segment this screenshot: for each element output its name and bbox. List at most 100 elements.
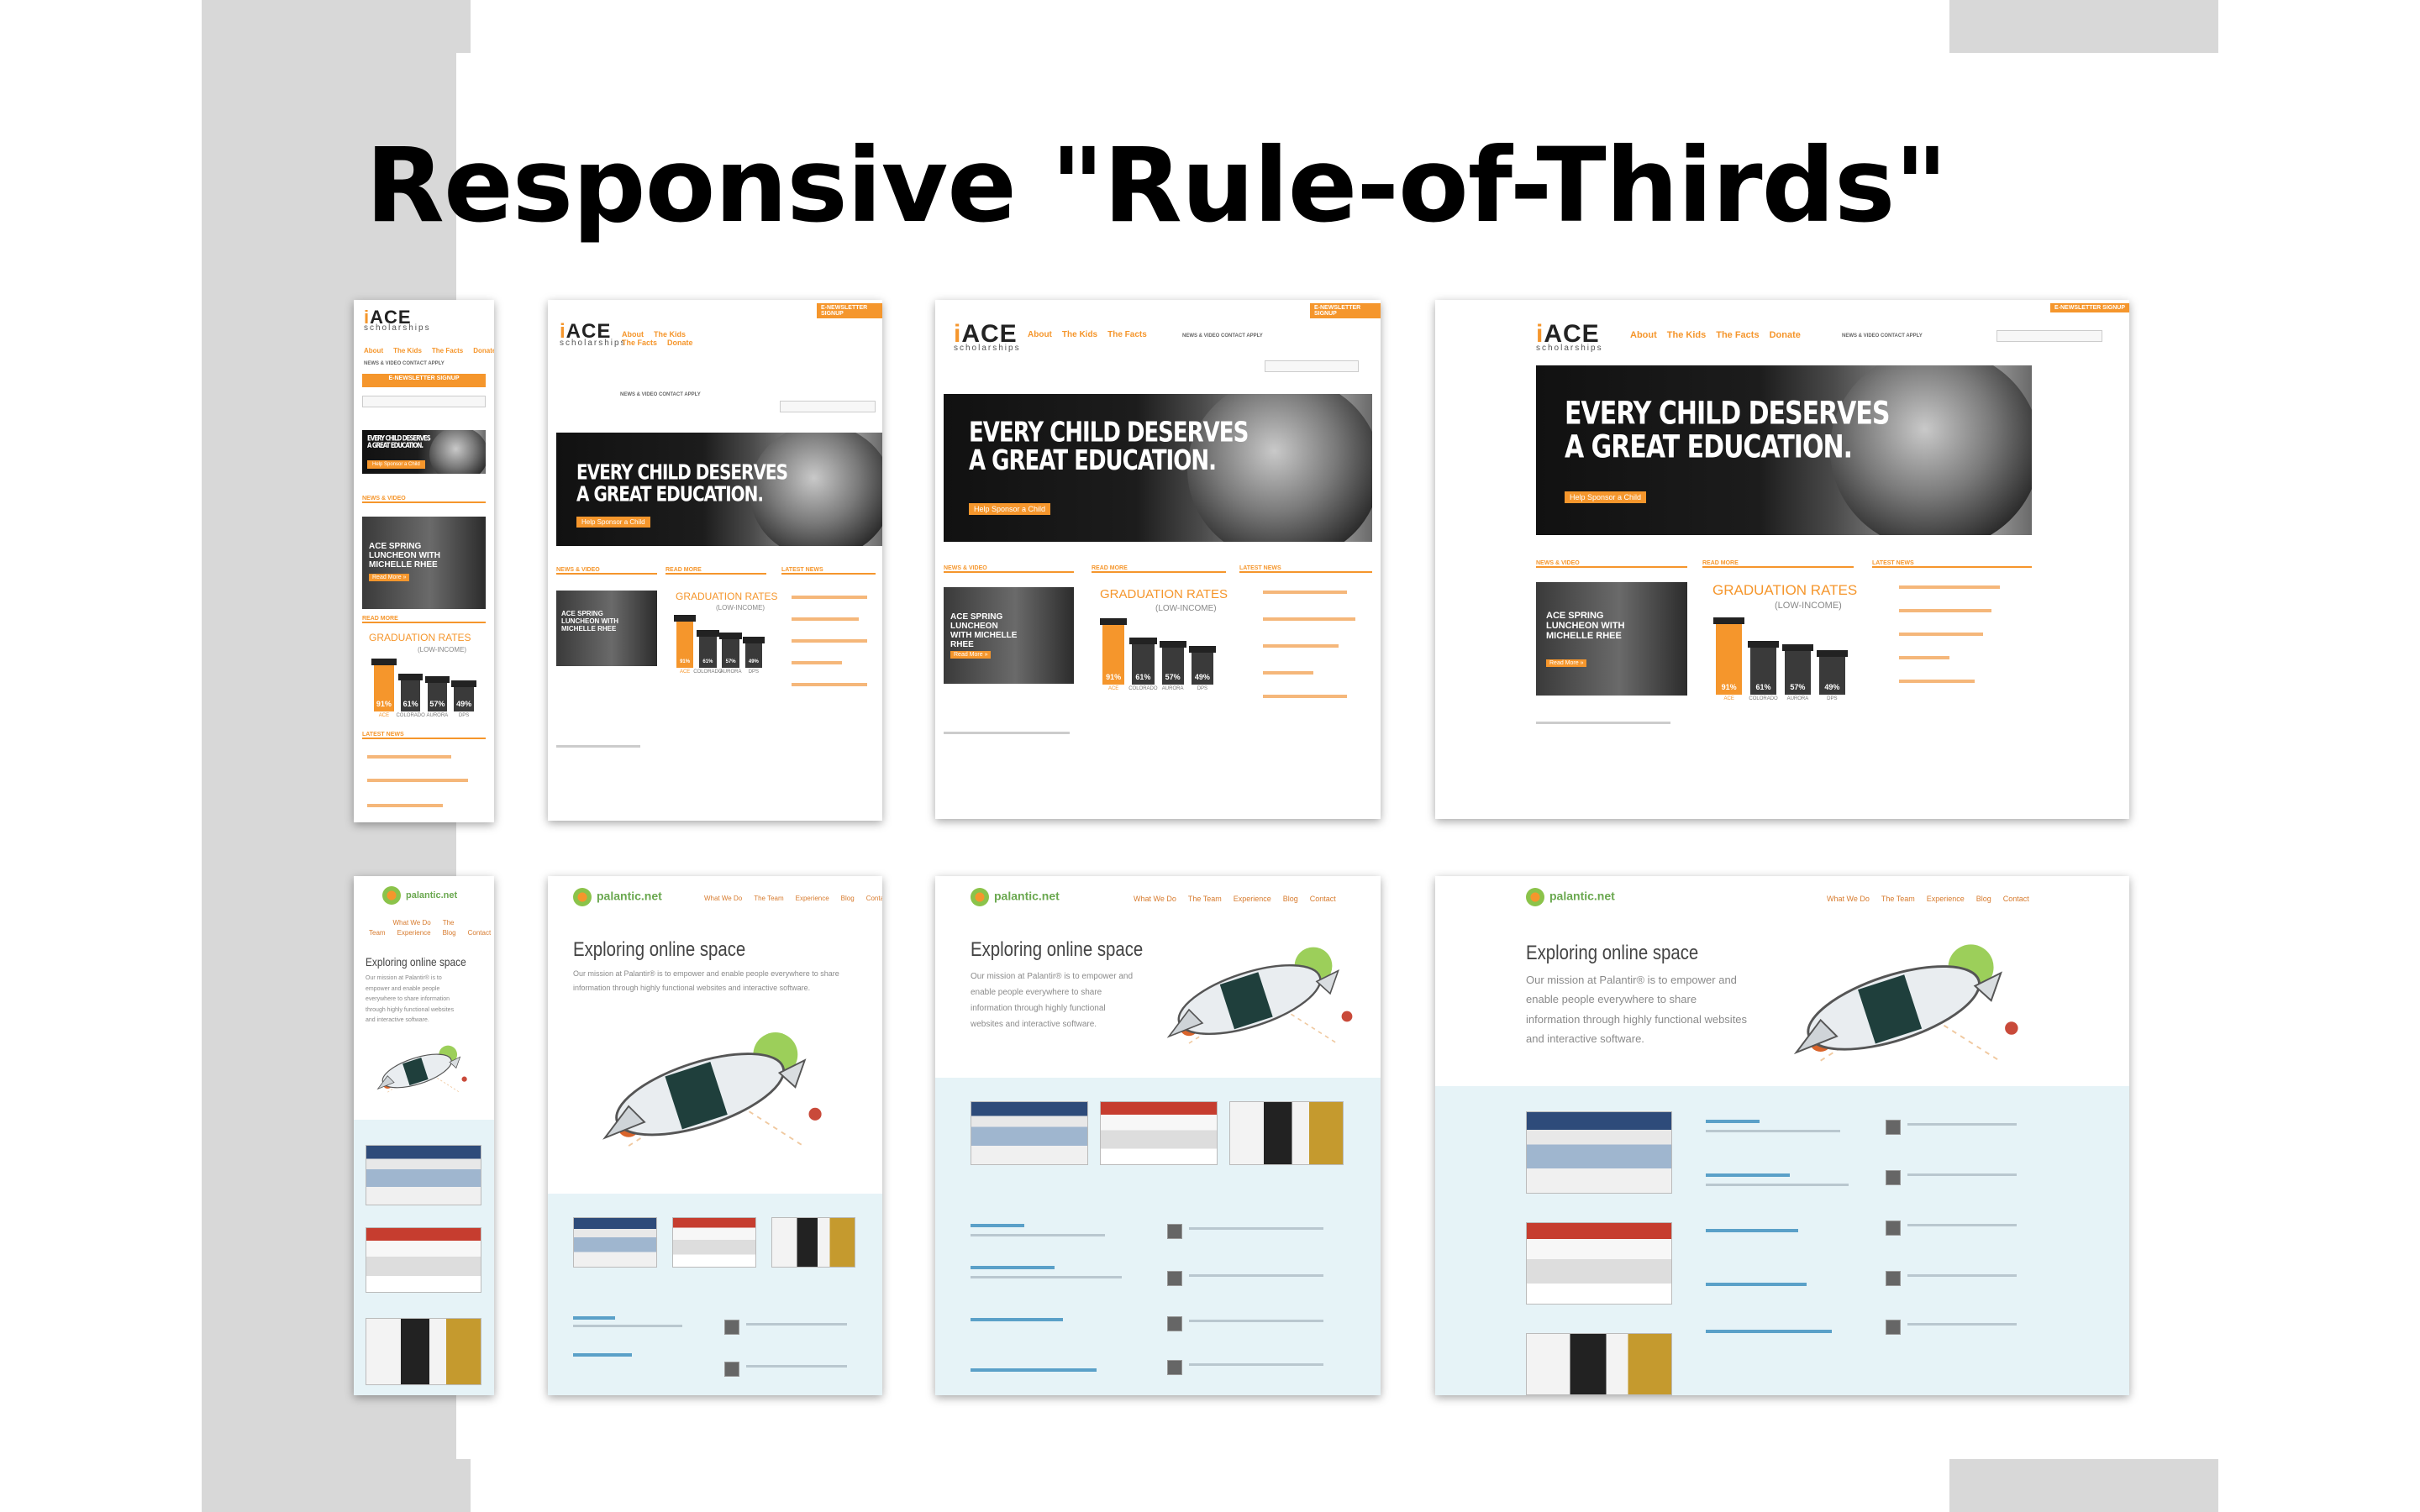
news-item[interactable] [1899,585,2000,589]
portfolio-thumbnail[interactable] [771,1217,855,1268]
grad-bar-aurora: 57% [719,632,742,668]
grad-subtitle: (LOW-INCOME) [716,604,765,612]
graduation-cap-icon [1129,638,1157,645]
news-item[interactable] [367,804,443,807]
grad-bar-colorado: 61% [397,674,424,711]
palantic-logo[interactable]: palantic.net [573,888,662,906]
frame-notch-bottom [471,1459,1949,1512]
news-item[interactable] [367,779,468,782]
blog-post-title[interactable] [573,1353,632,1357]
portfolio-thumbnail[interactable] [672,1217,756,1268]
rocket-illustration [581,1019,850,1162]
footer-copyright [1536,722,1670,724]
grad-category-label: DPS [1827,696,1838,701]
portfolio-thumbnail[interactable] [1229,1101,1344,1165]
blog-post-title[interactable] [971,1368,1097,1372]
video-read-more-button[interactable]: Read More » [369,574,410,581]
latest-news-label: LATEST NEWS [781,567,876,575]
palantic-logo[interactable]: palantic.net [1526,888,1615,906]
nav-the-kids[interactable]: The Kids [393,347,422,354]
hero-cta-button[interactable]: Help Sponsor a Child [367,460,425,469]
blog-post-title[interactable] [971,1266,1055,1269]
news-item[interactable] [1263,644,1339,648]
news-item[interactable] [367,755,451,759]
grad-bar-ace: 91% [673,615,697,668]
blog-post-title[interactable] [971,1224,1024,1227]
blog-post-title[interactable] [1706,1173,1790,1177]
news-item[interactable] [792,661,842,664]
blog-post-title[interactable] [1706,1330,1832,1333]
grad-category-label: AURORA [1786,696,1809,701]
hero-cta-button[interactable]: Help Sponsor a Child [1565,491,1647,503]
news-item[interactable] [1899,680,1975,683]
video-thumbnail[interactable]: ACE SPRING LUNCHEON WITH MICHELLE RHEE R… [944,587,1074,684]
news-item[interactable] [792,639,867,643]
palantic-logo[interactable]: palantic.net [971,888,1060,906]
video-read-more-button[interactable]: Read More » [950,651,992,659]
news-item[interactable] [1263,671,1313,675]
nav-the-facts[interactable]: The Facts [432,347,463,354]
hero-cta-button[interactable]: Help Sponsor a Child [576,517,650,528]
video-thumbnail[interactable]: ACE SPRING LUNCHEON WITH MICHELLE RHEE [556,591,657,666]
video-thumbnail[interactable]: ACE SPRING LUNCHEON WITH MICHELLE RHEE R… [1536,582,1687,696]
search-input[interactable] [1265,360,1359,372]
grad-title: GRADUATION RATES [1100,587,1228,601]
news-item[interactable] [1899,609,1991,612]
search-input[interactable] [780,401,876,412]
blog-post-meta [1706,1130,1840,1132]
hero-cta-button[interactable]: Help Sponsor a Child [969,503,1051,515]
news-item[interactable] [1263,695,1347,698]
grad-bar-value: 49% [1194,673,1210,681]
ace-nav: About The Kids The Facts [1028,330,1147,339]
video-read-more-button[interactable]: Read More » [1546,659,1587,667]
portfolio-thumbnail[interactable] [971,1101,1088,1165]
portfolio-thumbnail[interactable] [1526,1222,1672,1305]
news-item[interactable] [1263,591,1347,594]
portfolio-thumbnail[interactable] [1526,1333,1672,1395]
blog-post-title[interactable] [1706,1120,1760,1123]
palantic-headline: Exploring online space [573,938,746,961]
graduation-cap-icon [1748,640,1779,648]
search-input[interactable] [1996,330,2102,342]
search-input[interactable] [362,396,486,407]
newsletter-button[interactable]: E-NEWSLETTER SIGNUP [362,374,486,387]
nav-donate[interactable]: Donate [473,347,494,354]
grad-bar-value: 61% [402,700,418,708]
palantic-logo-icon [573,888,592,906]
rocket-svg [602,1032,822,1147]
news-item[interactable] [1263,617,1355,621]
palantic-logo-icon [382,886,401,905]
blog-post-title[interactable] [1706,1283,1807,1286]
newsletter-button[interactable]: E-NEWSLETTER SIGNUP [817,303,882,318]
grad-bar-value: 57% [1790,683,1806,691]
blog-post-title[interactable] [1706,1229,1798,1232]
portfolio-thumbnail[interactable] [1100,1101,1218,1165]
portfolio-thumbnail[interactable] [1526,1111,1672,1194]
rocket-svg [376,1045,467,1093]
blog-post-title[interactable] [573,1316,615,1320]
palantic-logo[interactable]: palantic.net [382,886,457,905]
newsletter-button[interactable]: E-NEWSLETTER SIGNUP [1310,303,1381,318]
newsletter-button[interactable]: E-NEWSLETTER SIGNUP [2050,303,2129,312]
portfolio-thumbnail[interactable] [573,1217,657,1268]
video-thumbnail[interactable]: ACE SPRING LUNCHEON WITH MICHELLE RHEE R… [362,517,486,609]
hero-headline: EVERY CHILD DESERVES A GREAT EDUCATION. [367,433,431,450]
grad-bar-colorado: 61% [1129,638,1157,685]
latest-news-label: LATEST NEWS [362,732,486,739]
nav-about[interactable]: About [364,347,383,354]
news-item[interactable] [1899,633,1983,636]
twitter-avatar [1886,1221,1901,1236]
portfolio-thumbnail[interactable] [366,1318,481,1385]
portfolio-thumbnail[interactable] [366,1145,481,1205]
grad-bar-value: 57% [725,659,736,664]
portfolio-thumbnail[interactable] [366,1227,481,1293]
grad-bar-value: 91% [376,700,392,708]
grad-bar-value: 61% [1135,673,1151,681]
blog-post-title[interactable] [971,1318,1063,1321]
grad-title: GRADUATION RATES [369,632,471,643]
tweet-text [1907,1323,2017,1326]
news-item[interactable] [792,617,859,621]
news-item[interactable] [792,596,867,599]
news-item[interactable] [792,683,867,686]
news-item[interactable] [1899,656,1949,659]
